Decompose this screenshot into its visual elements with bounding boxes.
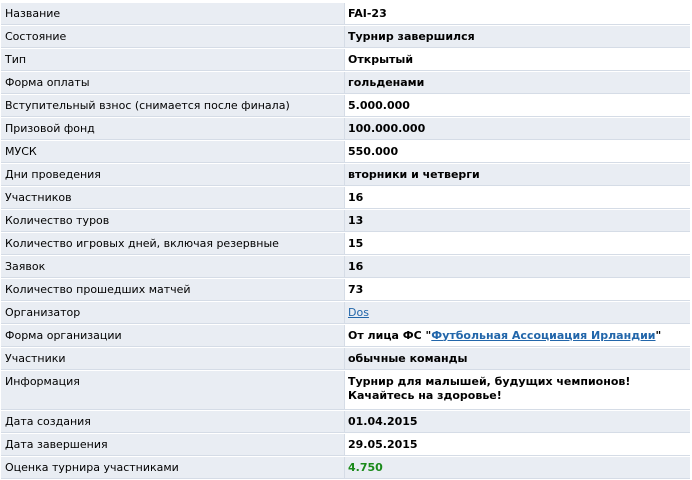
row-participants-count: Участников 16 bbox=[1, 187, 690, 209]
row-label: Дата создания bbox=[1, 411, 345, 433]
tournament-info-table: Название FAI-23 Состояние Турнир заверши… bbox=[1, 2, 690, 480]
row-label: Количество игровых дней, включая резервн… bbox=[1, 233, 345, 255]
row-label: Вступительный взнос (снимается после фин… bbox=[1, 95, 345, 117]
type-value: Открытый bbox=[345, 49, 690, 71]
row-state: Состояние Турнир завершился bbox=[1, 26, 690, 48]
row-created: Дата создания 01.04.2015 bbox=[1, 411, 690, 433]
row-label: Количество туров bbox=[1, 210, 345, 232]
row-organization-form: Форма организации От лица ФС "Футбольная… bbox=[1, 325, 690, 347]
state-value: Турнир завершился bbox=[345, 26, 690, 48]
row-label: Организатор bbox=[1, 302, 345, 324]
row-game-days: Количество игровых дней, включая резервн… bbox=[1, 233, 690, 255]
row-matches-played: Количество прошедших матчей 73 bbox=[1, 279, 690, 301]
musk-value: 550.000 bbox=[345, 141, 690, 163]
row-label: Участников bbox=[1, 187, 345, 209]
row-label: Форма организации bbox=[1, 325, 345, 347]
row-label: Название bbox=[1, 3, 345, 25]
row-label: Тип bbox=[1, 49, 345, 71]
row-days: Дни проведения вторники и четверги bbox=[1, 164, 690, 186]
applications-value: 16 bbox=[345, 256, 690, 278]
rounds-value: 13 bbox=[345, 210, 690, 232]
row-prize-fund: Призовой фонд 100.000.000 bbox=[1, 118, 690, 140]
row-label: МУСК bbox=[1, 141, 345, 163]
row-label: Оценка турнира участниками bbox=[1, 457, 345, 479]
game-days-value: 15 bbox=[345, 233, 690, 255]
row-label: Форма оплаты bbox=[1, 72, 345, 94]
row-type: Тип Открытый bbox=[1, 49, 690, 71]
row-name: Название FAI-23 bbox=[1, 3, 690, 25]
row-label: Информация bbox=[1, 371, 345, 410]
row-musk: МУСК 550.000 bbox=[1, 141, 690, 163]
row-payment-form: Форма оплаты гольденами bbox=[1, 72, 690, 94]
row-organizer: Организатор Dos bbox=[1, 302, 690, 324]
row-label: Состояние bbox=[1, 26, 345, 48]
row-entry-fee: Вступительный взнос (снимается после фин… bbox=[1, 95, 690, 117]
row-rounds: Количество туров 13 bbox=[1, 210, 690, 232]
created-date-value: 01.04.2015 bbox=[345, 411, 690, 433]
row-label: Призовой фонд bbox=[1, 118, 345, 140]
participants-value: обычные команды bbox=[345, 348, 690, 370]
row-information: Информация Турнир для малышей, будущих ч… bbox=[1, 371, 690, 410]
participants-count-value: 16 bbox=[345, 187, 690, 209]
row-label: Дни проведения bbox=[1, 164, 345, 186]
matches-played-value: 73 bbox=[345, 279, 690, 301]
days-value: вторники и четверги bbox=[345, 164, 690, 186]
tournament-name-value: FAI-23 bbox=[345, 3, 690, 25]
organization-form-cell: От лица ФС "Футбольная Ассоциация Ирланд… bbox=[345, 325, 690, 347]
finished-date-value: 29.05.2015 bbox=[345, 434, 690, 456]
organization-form-prefix: От лица ФС " bbox=[348, 328, 432, 342]
entry-fee-value: 5.000.000 bbox=[345, 95, 690, 117]
row-rating: Оценка турнира участниками 4.750 bbox=[1, 457, 690, 479]
row-label: Заявок bbox=[1, 256, 345, 278]
rating-value: 4.750 bbox=[345, 457, 690, 479]
row-finished: Дата завершения 29.05.2015 bbox=[1, 434, 690, 456]
row-participants: Участники обычные команды bbox=[1, 348, 690, 370]
row-label: Дата завершения bbox=[1, 434, 345, 456]
organizer-link[interactable]: Dos bbox=[348, 306, 369, 319]
row-label: Участники bbox=[1, 348, 345, 370]
payment-form-value: гольденами bbox=[345, 72, 690, 94]
information-value: Турнир для малышей, будущих чемпионов! К… bbox=[345, 371, 690, 410]
organization-form-suffix: " bbox=[655, 328, 662, 342]
prize-fund-value: 100.000.000 bbox=[345, 118, 690, 140]
row-label: Количество прошедших матчей bbox=[1, 279, 345, 301]
row-applications: Заявок 16 bbox=[1, 256, 690, 278]
organizer-cell: Dos bbox=[345, 302, 690, 324]
federation-link[interactable]: Футбольная Ассоциация Ирландии bbox=[431, 329, 655, 342]
